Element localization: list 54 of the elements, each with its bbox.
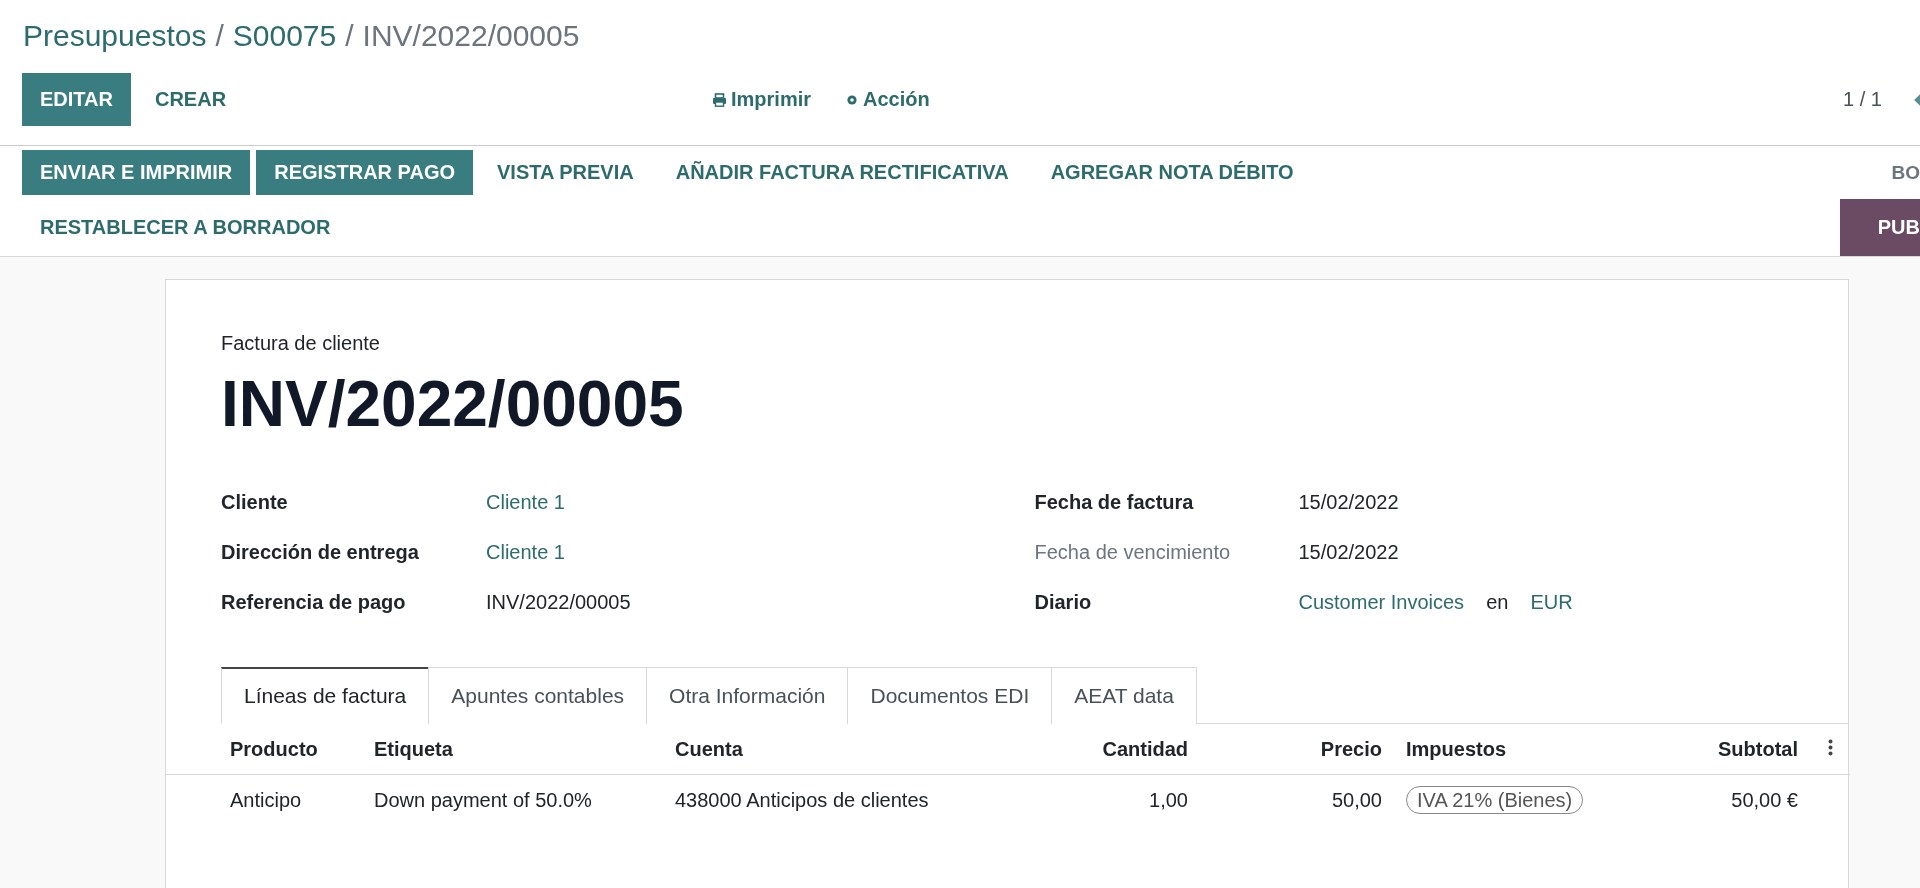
field-link[interactable]: Customer Invoices <box>1298 590 1465 614</box>
print-menu[interactable]: Imprimir <box>712 88 812 111</box>
table-cell: 50,00 <box>1331 788 1382 811</box>
table-cell: 438000 Anticipos de clientes <box>675 788 929 811</box>
column-header[interactable]: Subtotal <box>1644 724 1810 775</box>
field-label: Cliente <box>221 490 289 514</box>
action-button[interactable]: AÑADIR FACTURA RECTIFICATIVA <box>657 150 1027 195</box>
breadcrumb-separator: / <box>345 19 354 53</box>
action-button[interactable]: RESTABLECER A BORRADOR <box>22 205 349 250</box>
table-cell: Anticipo <box>230 788 302 811</box>
action-button[interactable]: EDITAR <box>22 73 131 126</box>
action-button[interactable]: CREAR <box>136 73 245 126</box>
field-link[interactable]: EUR <box>1530 590 1573 614</box>
field-label: Fecha de vencimiento <box>1034 540 1232 564</box>
pager-counter: 1 / 1 <box>1843 88 1882 111</box>
action-button[interactable]: REGISTRAR PAGO <box>256 150 473 195</box>
field-label: Diario <box>1034 590 1093 614</box>
tab[interactable]: Documentos EDI <box>847 667 1053 724</box>
field-value: 15/02/2022 <box>1298 540 1399 564</box>
breadcrumb-separator: / <box>215 19 224 53</box>
field-label: Dirección de entrega <box>221 540 420 564</box>
field-link[interactable]: Cliente 1 <box>486 490 565 514</box>
printer-icon <box>712 92 727 107</box>
column-header[interactable]: Cuenta <box>663 724 1001 775</box>
column-header[interactable]: Impuestos <box>1394 724 1644 775</box>
table-cell: 1,00 <box>1149 788 1188 811</box>
tab[interactable]: Apuntes contables <box>428 667 648 724</box>
table-cell: 50,00 € <box>1731 788 1798 811</box>
breadcrumb-link[interactable]: S00075 <box>232 19 337 53</box>
tab[interactable]: Líneas de factura <box>221 667 430 724</box>
field-value: INV/2022/00005 <box>486 590 631 614</box>
column-header[interactable]: Producto <box>166 724 362 775</box>
action-button[interactable]: VISTA PREVIA <box>479 150 652 195</box>
tab[interactable]: AEAT data <box>1051 667 1197 724</box>
breadcrumb-current: INV/2022/00005 <box>362 19 580 53</box>
column-header[interactable]: Etiqueta <box>362 724 663 775</box>
column-header[interactable]: Cantidad <box>1001 724 1200 775</box>
breadcrumb-link[interactable]: Presupuestos <box>23 19 207 53</box>
publish-button[interactable]: PUB <box>1839 199 1920 256</box>
document-title: INV/2022/00005 <box>221 367 685 441</box>
column-header[interactable]: Precio <box>1200 724 1394 775</box>
action-button[interactable]: AGREGAR NOTA DÉBITO <box>1032 150 1312 195</box>
field-value: en <box>1486 590 1509 614</box>
action-button[interactable]: ENVIAR E IMPRIMIR <box>22 150 251 195</box>
field-link[interactable]: Cliente 1 <box>486 540 565 564</box>
table-cell: Down payment of 50.0% <box>374 788 592 811</box>
action-menu[interactable]: Acción <box>845 88 930 111</box>
tab[interactable]: Otra Información <box>646 667 849 724</box>
field-label: Fecha de factura <box>1034 490 1195 514</box>
field-value: 15/02/2022 <box>1298 490 1399 514</box>
field-label: Referencia de pago <box>221 590 407 614</box>
status-stage[interactable]: BO <box>1891 161 1920 184</box>
document-type: Factura de cliente <box>221 332 381 355</box>
kebab-menu-icon[interactable] <box>1827 738 1833 756</box>
